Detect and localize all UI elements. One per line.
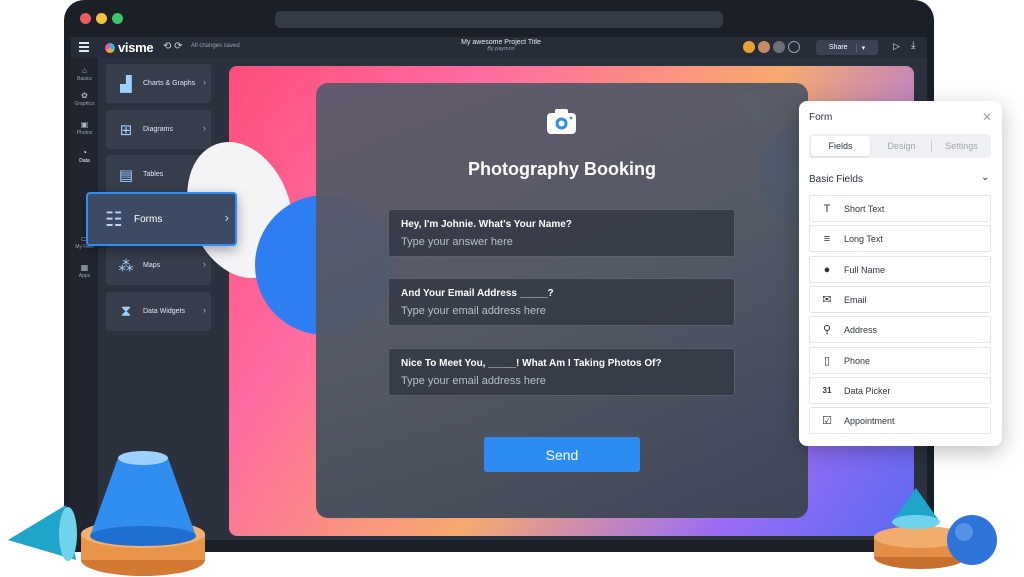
camera-icon (547, 109, 576, 134)
form-field-email[interactable]: And Your Email Address _____? Type your … (388, 278, 735, 326)
field-item-full-name[interactable]: ● Full Name (809, 256, 991, 283)
rail-item-apps[interactable]: ▦ Apps (71, 263, 98, 279)
long-text-icon: ≡ (823, 232, 831, 245)
rail-item-basics[interactable]: ⌂ Basics (71, 66, 98, 82)
category-charts-graphs[interactable]: ▟ Charts & Graphs › (106, 64, 211, 103)
chevron-down-icon[interactable]: ⌄ (981, 172, 989, 183)
chevron-down-icon[interactable]: ▾ (855, 43, 865, 52)
category-label: Forms (134, 213, 163, 225)
category-label: Charts & Graphs (143, 80, 196, 87)
graphics-icon: ✿ (81, 91, 88, 100)
field-placeholder: Type your email address here (401, 305, 546, 317)
window-close-dot[interactable] (80, 13, 91, 24)
field-item-email[interactable]: ✉ Email (809, 286, 991, 313)
browser-address-bar[interactable] (275, 11, 723, 28)
category-label: Tables (143, 171, 164, 178)
app-toolbar: visme ⟲ ⟳ All changes saved My awesome P… (71, 37, 927, 58)
visme-logo[interactable]: visme (105, 40, 154, 55)
field-item-appointment[interactable]: ☑ Appointment (809, 407, 991, 434)
field-item-short-text[interactable]: T Short Text (809, 195, 991, 222)
comment-icon[interactable] (743, 41, 755, 53)
apps-icon: ▦ (80, 263, 89, 272)
avatar[interactable] (773, 41, 785, 53)
field-item-long-text[interactable]: ≡ Long Text (809, 225, 991, 252)
section-title: Basic Fields (809, 174, 863, 185)
field-question: And Your Email Address _____? (401, 288, 554, 299)
bar-chart-icon: ▟ (120, 75, 132, 93)
chevron-right-icon: › (224, 210, 229, 225)
rail-item-photos[interactable]: ▣ Photos (71, 120, 98, 136)
form-field-photos[interactable]: Nice To Meet You, _____! What Am I Takin… (388, 348, 735, 396)
photos-icon: ▣ (80, 120, 89, 129)
visme-logo-mark (105, 42, 115, 53)
save-status: All changes saved (191, 43, 240, 49)
brand-name: visme (118, 40, 154, 55)
decorative-shapes (874, 488, 997, 569)
map-icon: ⁂ (118, 257, 134, 275)
tab-design[interactable]: Design (872, 134, 931, 158)
form-field-name[interactable]: Hey, I'm Johnie. What's Your Name? Type … (388, 209, 735, 257)
avatar[interactable] (758, 41, 770, 53)
chevron-right-icon: › (203, 77, 206, 87)
field-question: Nice To Meet You, _____! What Am I Takin… (401, 358, 662, 369)
text-t-icon: T (823, 202, 831, 215)
person-icon: ● (823, 263, 831, 276)
rail-item-graphics[interactable]: ✿ Graphics (71, 91, 98, 107)
panel-title: Form (809, 112, 833, 123)
field-item-address[interactable]: ⚲ Address (809, 316, 991, 343)
play-icon[interactable]: ▷ (893, 41, 900, 52)
share-button[interactable]: Share ▾ (816, 40, 878, 55)
add-collaborator-icon[interactable] (788, 41, 800, 53)
phone-icon: ▯ (823, 355, 831, 367)
chevron-right-icon: › (203, 259, 206, 269)
download-icon[interactable]: ⤓ (911, 40, 915, 51)
rail-item-data[interactable]: ◔ Data (71, 148, 98, 164)
field-question: Hey, I'm Johnie. What's Your Name? (401, 219, 572, 230)
category-label: Maps (143, 262, 161, 269)
form-icon: ☷ (105, 208, 123, 231)
diagram-icon: ⊞ (119, 121, 133, 139)
basics-icon: ⌂ (82, 66, 87, 75)
decorative-cone (8, 505, 77, 561)
field-item-phone[interactable]: ▯ Phone (809, 347, 991, 374)
category-diagrams[interactable]: ⊞ Diagrams › (106, 110, 211, 149)
category-maps[interactable]: ⁂ Maps › (106, 246, 211, 285)
category-label: Data Widgets (143, 308, 186, 315)
send-button[interactable]: Send (484, 437, 640, 472)
data-icon: ◔ (82, 148, 87, 157)
chevron-right-icon: › (203, 305, 206, 315)
calendar-check-icon: ☑ (822, 415, 832, 427)
window-maximize-dot[interactable] (112, 13, 123, 24)
window-minimize-dot[interactable] (96, 13, 107, 24)
tab-fields[interactable]: Fields (811, 136, 870, 156)
map-pin-icon: ⚲ (822, 324, 832, 336)
tab-settings[interactable]: Settings (932, 134, 991, 158)
category-data-widgets[interactable]: ⧗ Data Widgets › (106, 292, 211, 331)
share-label: Share (828, 44, 848, 51)
menu-icon[interactable] (79, 42, 89, 52)
calendar-icon: 31 (822, 386, 832, 395)
field-placeholder: Type your answer here (401, 236, 513, 248)
envelope-icon: ✉ (822, 294, 832, 306)
collaborator-icons (743, 41, 800, 53)
widget-icon: ⧗ (120, 303, 132, 320)
project-title-block[interactable]: My awesome Project Title By paymon (451, 39, 551, 52)
project-author: By paymon (487, 46, 515, 52)
project-title: My awesome Project Title (461, 39, 541, 46)
field-placeholder: Type your email address here (401, 375, 546, 387)
undo-redo-icons[interactable]: ⟲ ⟳ (163, 41, 183, 52)
chevron-right-icon: › (203, 123, 206, 133)
form-settings-panel: Form ✕ Fields Design Settings Basic Fiel… (799, 101, 1002, 446)
decorative-cone (81, 451, 205, 576)
category-label: Diagrams (143, 126, 173, 133)
close-icon[interactable]: ✕ (982, 110, 992, 124)
field-item-data-picker[interactable]: 31 Data Picker (809, 377, 991, 404)
category-forms[interactable]: ☷ Forms › (86, 192, 237, 246)
form-title: Photography Booking (468, 159, 656, 179)
panel-tabs: Fields Design Settings (809, 134, 991, 158)
table-icon: ▤ (118, 166, 134, 184)
